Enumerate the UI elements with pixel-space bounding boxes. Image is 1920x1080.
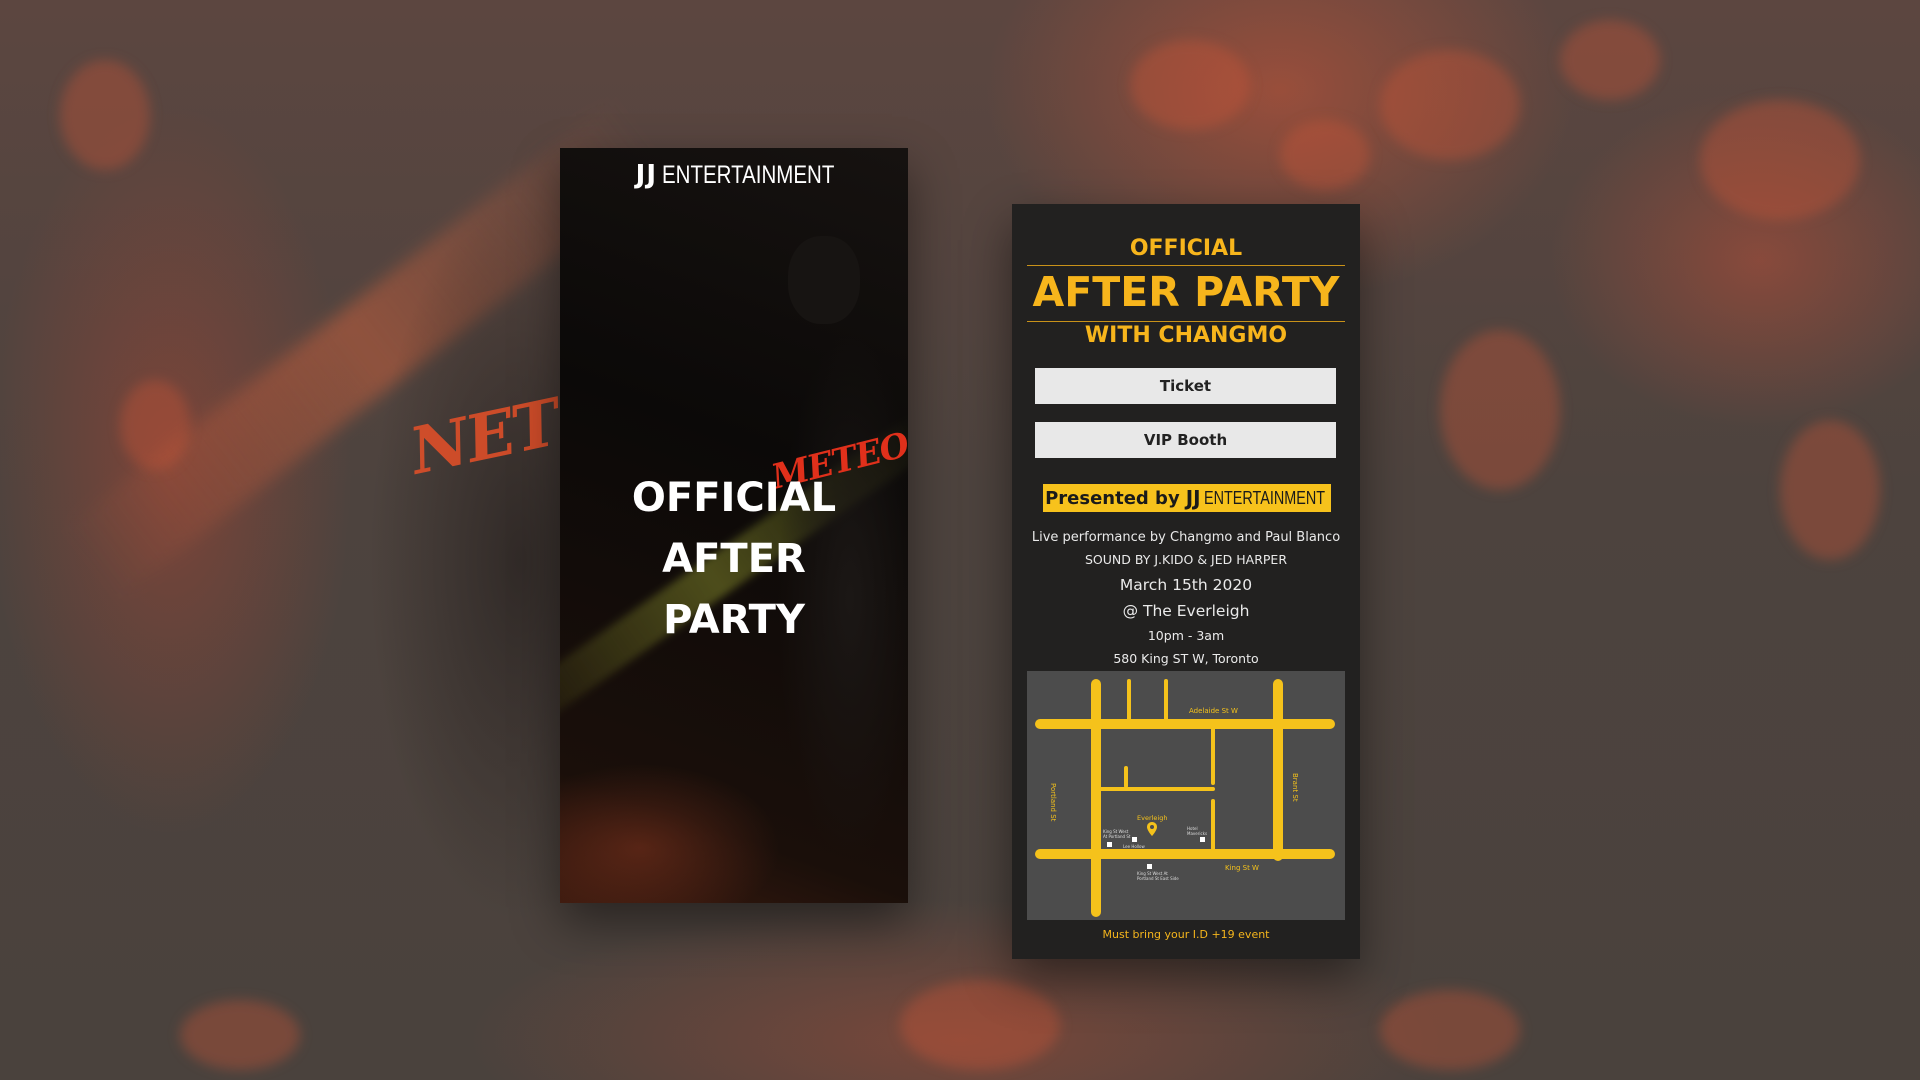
transit-stop-marker	[1107, 842, 1112, 847]
street-label: Portland St	[1049, 783, 1057, 822]
performance-text: Live performance by Changmo and Paul Bla…	[1031, 530, 1341, 545]
divider	[1027, 321, 1345, 322]
map-stop-label: Lee Hollow	[1123, 844, 1145, 849]
event-time: 10pm - 3am	[1147, 628, 1225, 643]
flyer-front-title: OFFICIAL AFTER PARTY	[560, 468, 908, 651]
street-label: Brant St	[1291, 773, 1299, 802]
location-pin-icon	[1147, 822, 1157, 836]
map-stop-label: King St West At Portland St	[1103, 829, 1131, 839]
event-venue: @ The Everleigh	[1122, 602, 1250, 620]
brand-mark: JJ	[1185, 486, 1201, 510]
title-line: PARTY	[663, 597, 805, 643]
title-official: OFFICIAL	[1129, 236, 1243, 261]
title-line: OFFICIAL	[631, 475, 837, 521]
transit-stop-marker	[1200, 837, 1205, 842]
map-stop-label: King St West At Portland St East Side	[1137, 871, 1179, 881]
ticket-button[interactable]: Ticket	[1035, 368, 1336, 404]
brand-mark: JJ	[635, 160, 658, 190]
vip-booth-button[interactable]: VIP Booth	[1035, 422, 1336, 458]
flyer-front: METEOR JJ ENTERTAINMENT OFFICIAL AFTER P…	[560, 148, 908, 903]
transit-stop-marker	[1147, 864, 1152, 869]
presented-by-label: Presented by	[1045, 487, 1180, 509]
venue-map: Adelaide St W Portland St Brant St King …	[1027, 671, 1345, 920]
brand-name: ENTERTAINMENT	[662, 161, 835, 189]
presented-by-badge: Presented by JJ ENTERTAINMENT	[1043, 484, 1331, 512]
divider	[1027, 265, 1345, 266]
sound-text: SOUND BY J.KIDO & JED HARPER	[1084, 552, 1287, 567]
event-date: March 15th 2020	[1119, 576, 1253, 594]
title-line: AFTER	[662, 536, 806, 582]
title-with-changmo: WITH CHANGMO	[1084, 323, 1288, 348]
street-label: Adelaide St W	[1189, 707, 1238, 715]
brand-logo: JJ ENTERTAINMENT	[560, 160, 908, 190]
background-photo: NET	[0, 0, 1920, 1080]
event-address: 580 King ST W, Toronto	[1113, 651, 1259, 666]
map-stop-label: Hotel Mavericks	[1187, 826, 1208, 836]
brand-name: ENTERTAINMENT	[1203, 487, 1325, 508]
title-after-party: AFTER PARTY	[1032, 268, 1340, 316]
flyer-back: OFFICIAL AFTER PARTY WITH CHANGMO Ticket…	[1012, 204, 1360, 959]
id-requirement-note: Must bring your I.D +19 event	[1102, 928, 1270, 941]
street-label: King St W	[1225, 864, 1259, 872]
